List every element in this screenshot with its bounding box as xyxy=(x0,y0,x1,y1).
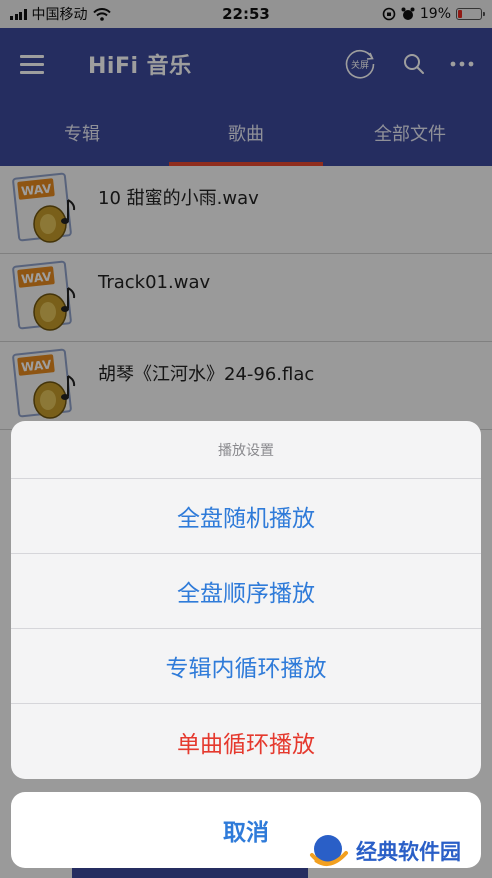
single-loop-option[interactable]: 单曲循环播放 xyxy=(11,704,481,779)
album-loop-option[interactable]: 专辑内循环播放 xyxy=(11,629,481,704)
play-settings-sheet: 播放设置 全盘随机播放 全盘顺序播放 专辑内循环播放 单曲循环播放 xyxy=(11,421,481,779)
watermark-logo-icon xyxy=(310,835,348,866)
shuffle-all-option[interactable]: 全盘随机播放 xyxy=(11,479,481,554)
watermark: 经典软件园 xyxy=(306,824,492,878)
sequential-all-option[interactable]: 全盘顺序播放 xyxy=(11,554,481,629)
watermark-text: 经典软件园 xyxy=(356,840,461,864)
sheet-title: 播放设置 xyxy=(11,421,481,479)
